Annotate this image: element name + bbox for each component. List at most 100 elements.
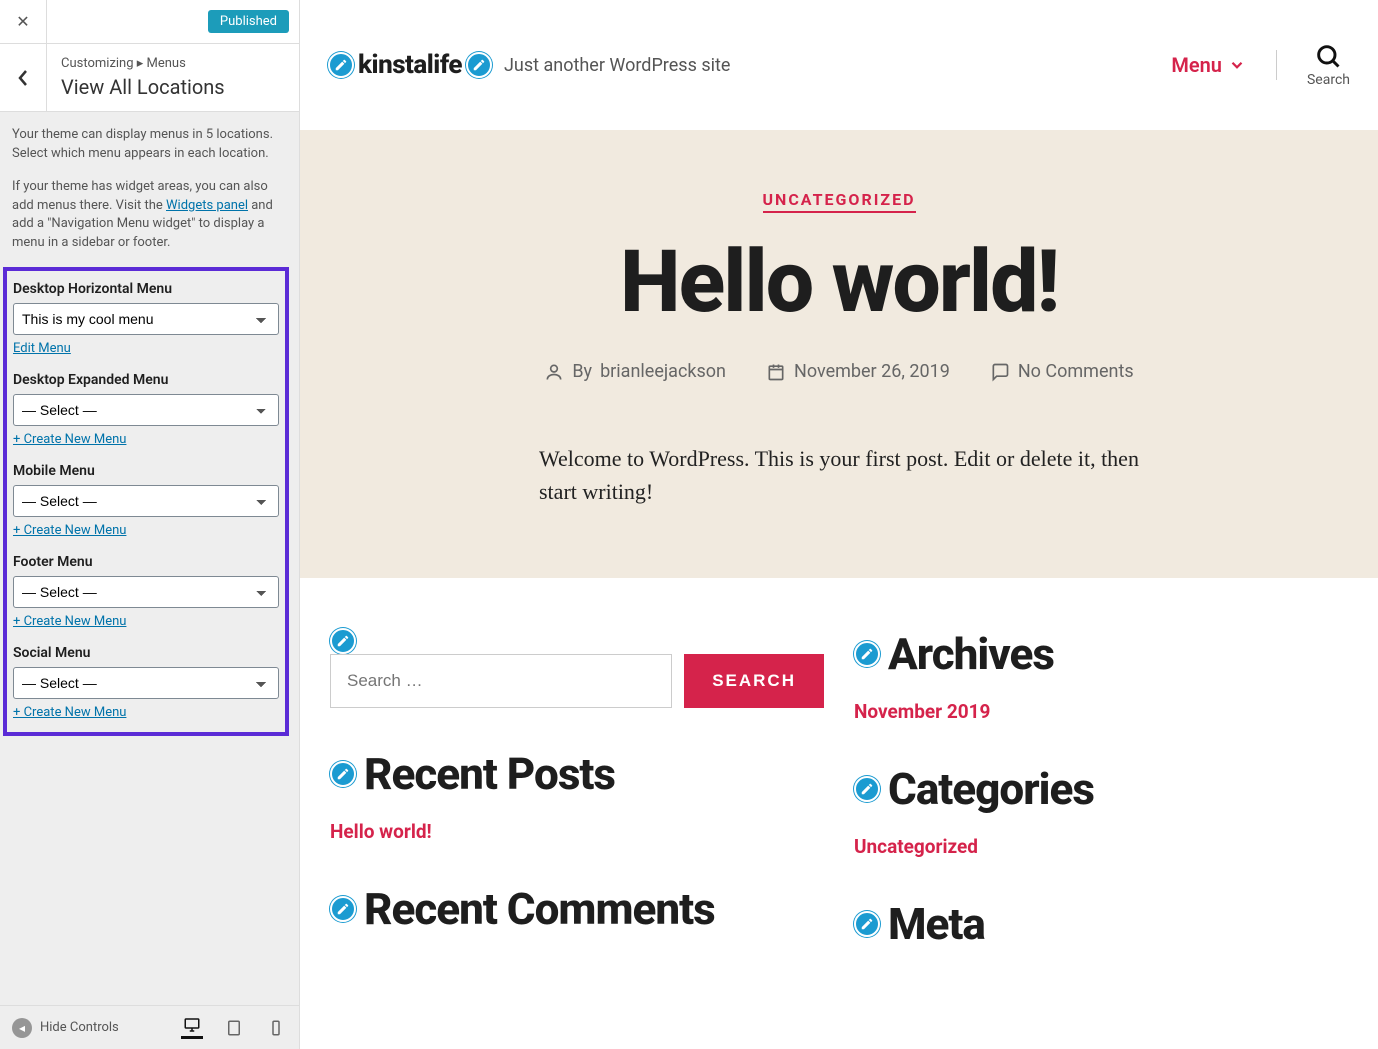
location-label: Desktop Horizontal Menu bbox=[13, 281, 279, 297]
recent-comments-title: Recent Comments bbox=[364, 883, 715, 935]
sidebar-header-text: Customizing ▸ Menus View All Locations bbox=[47, 44, 299, 111]
chevron-down-icon bbox=[1228, 56, 1246, 74]
post-title: Hello world! bbox=[449, 239, 1229, 325]
widgets-panel-link[interactable]: Widgets panel bbox=[166, 198, 248, 213]
hide-controls-label: Hide Controls bbox=[40, 1020, 119, 1035]
post-meta: By brianleejackson November 26, 2019 No … bbox=[449, 361, 1229, 382]
separator bbox=[1276, 50, 1277, 80]
post-body: Welcome to WordPress. This is your first… bbox=[539, 442, 1139, 508]
recent-post-link[interactable]: Hello world! bbox=[330, 820, 824, 843]
pencil-icon bbox=[336, 902, 350, 916]
pencil-icon bbox=[336, 634, 350, 648]
edit-shortcut-recent-posts[interactable] bbox=[330, 761, 356, 787]
desktop-icon bbox=[183, 1016, 201, 1034]
sidebar-header: Customizing ▸ Menus View All Locations bbox=[0, 44, 299, 112]
archive-link[interactable]: November 2019 bbox=[854, 700, 1348, 723]
chevron-left-icon bbox=[17, 69, 29, 87]
widget-meta: Meta bbox=[854, 898, 1348, 950]
sidebar-body: Your theme can display menus in 5 locati… bbox=[0, 112, 299, 1005]
preview-header-right: Menu Search bbox=[1171, 42, 1350, 88]
sidebar-description-2: If your theme has widget areas, you can … bbox=[12, 178, 287, 253]
edit-shortcut-tagline[interactable] bbox=[466, 52, 492, 78]
location-footer: Footer Menu — Select — + Create New Menu bbox=[13, 554, 279, 629]
edit-shortcut-recent-comments[interactable] bbox=[330, 896, 356, 922]
archives-title: Archives bbox=[888, 628, 1054, 680]
site-preview: kinstalife Just another WordPress site M… bbox=[300, 0, 1378, 1049]
edit-shortcut-archives[interactable] bbox=[854, 641, 880, 667]
location-select-desktop-horizontal[interactable]: This is my cool menu bbox=[13, 303, 279, 335]
menu-toggle-label: Menu bbox=[1171, 53, 1222, 77]
pencil-icon bbox=[472, 58, 486, 72]
calendar-icon bbox=[766, 362, 786, 382]
comment-icon bbox=[990, 362, 1010, 382]
location-label: Footer Menu bbox=[13, 554, 279, 570]
pencil-icon bbox=[860, 917, 874, 931]
pencil-icon bbox=[334, 58, 348, 72]
customizer-sidebar: ✕ Published Customizing ▸ Menus View All… bbox=[0, 0, 300, 1049]
header-search-button[interactable]: Search bbox=[1307, 42, 1350, 88]
edit-menu-link[interactable]: Edit Menu bbox=[13, 341, 71, 356]
widget-archives: Archives November 2019 bbox=[854, 628, 1348, 723]
close-button[interactable]: ✕ bbox=[0, 0, 47, 43]
location-select-mobile[interactable]: — Select — bbox=[13, 485, 279, 517]
by-label: By bbox=[572, 361, 592, 382]
collapse-left-icon: ◂ bbox=[12, 1018, 32, 1038]
post-author: By brianleejackson bbox=[544, 361, 726, 382]
category-link[interactable]: Uncategorized bbox=[854, 835, 1348, 858]
edit-shortcut-search[interactable] bbox=[330, 628, 356, 654]
user-icon bbox=[544, 362, 564, 382]
hide-controls-button[interactable]: ◂ Hide Controls bbox=[12, 1018, 171, 1038]
publish-wrap: Published bbox=[47, 0, 299, 43]
back-button[interactable] bbox=[0, 44, 47, 111]
device-preview-buttons bbox=[181, 1017, 287, 1039]
location-desktop-horizontal: Desktop Horizontal Menu This is my cool … bbox=[13, 281, 279, 356]
published-button[interactable]: Published bbox=[208, 10, 289, 33]
site-brand[interactable]: kinstalife bbox=[358, 50, 462, 80]
sidebar-breadcrumb: Customizing ▸ Menus bbox=[61, 56, 285, 71]
preview-header: kinstalife Just another WordPress site M… bbox=[300, 0, 1378, 130]
location-select-social[interactable]: — Select — bbox=[13, 667, 279, 699]
location-desktop-expanded: Desktop Expanded Menu — Select — + Creat… bbox=[13, 372, 279, 447]
widget-recent-comments: Recent Comments bbox=[330, 883, 824, 935]
pencil-icon bbox=[336, 767, 350, 781]
create-menu-link[interactable]: + Create New Menu bbox=[13, 523, 126, 538]
edit-shortcut-categories[interactable] bbox=[854, 776, 880, 802]
location-mobile: Mobile Menu — Select — + Create New Menu bbox=[13, 463, 279, 538]
widget-search-button[interactable]: SEARCH bbox=[684, 654, 824, 708]
edit-shortcut-brand[interactable] bbox=[328, 52, 354, 78]
post-date: November 26, 2019 bbox=[766, 361, 950, 382]
categories-title: Categories bbox=[888, 763, 1094, 815]
widget-search-input[interactable] bbox=[330, 654, 672, 708]
search-icon bbox=[1314, 42, 1342, 70]
location-select-footer[interactable]: — Select — bbox=[13, 576, 279, 608]
mobile-icon bbox=[267, 1019, 285, 1037]
widget-recent-posts: Recent Posts Hello world! bbox=[330, 748, 824, 843]
device-mobile-button[interactable] bbox=[265, 1017, 287, 1039]
menu-toggle[interactable]: Menu bbox=[1171, 53, 1246, 77]
widgets-col-left: SEARCH Recent Posts Hello world! bbox=[330, 628, 824, 990]
post-category-badge[interactable]: UNCATEGORIZED bbox=[763, 190, 916, 213]
meta-title: Meta bbox=[888, 898, 985, 950]
location-label: Social Menu bbox=[13, 645, 279, 661]
location-select-desktop-expanded[interactable]: — Select — bbox=[13, 394, 279, 426]
post-comments[interactable]: No Comments bbox=[990, 361, 1134, 382]
location-label: Mobile Menu bbox=[13, 463, 279, 479]
sidebar-title: View All Locations bbox=[61, 75, 285, 99]
create-menu-link[interactable]: + Create New Menu bbox=[13, 432, 126, 447]
location-label: Desktop Expanded Menu bbox=[13, 372, 279, 388]
widgets-col-right: Archives November 2019 Categories Uncate… bbox=[854, 628, 1348, 990]
preview-header-left: kinstalife Just another WordPress site bbox=[328, 50, 1171, 80]
brand-wrap: kinstalife Just another WordPress site bbox=[328, 50, 730, 80]
edit-shortcut-meta[interactable] bbox=[854, 911, 880, 937]
device-tablet-button[interactable] bbox=[223, 1017, 245, 1039]
widget-categories: Categories Uncategorized bbox=[854, 763, 1348, 858]
tablet-icon bbox=[225, 1019, 243, 1037]
create-menu-link[interactable]: + Create New Menu bbox=[13, 705, 126, 720]
create-menu-link[interactable]: + Create New Menu bbox=[13, 614, 126, 629]
author-name[interactable]: brianleejackson bbox=[600, 361, 726, 382]
sidebar-footer: ◂ Hide Controls bbox=[0, 1005, 299, 1049]
device-desktop-button[interactable] bbox=[181, 1017, 203, 1039]
site-tagline: Just another WordPress site bbox=[504, 55, 730, 76]
widget-search: SEARCH bbox=[330, 628, 824, 708]
widgets-area: SEARCH Recent Posts Hello world! bbox=[300, 578, 1378, 1040]
